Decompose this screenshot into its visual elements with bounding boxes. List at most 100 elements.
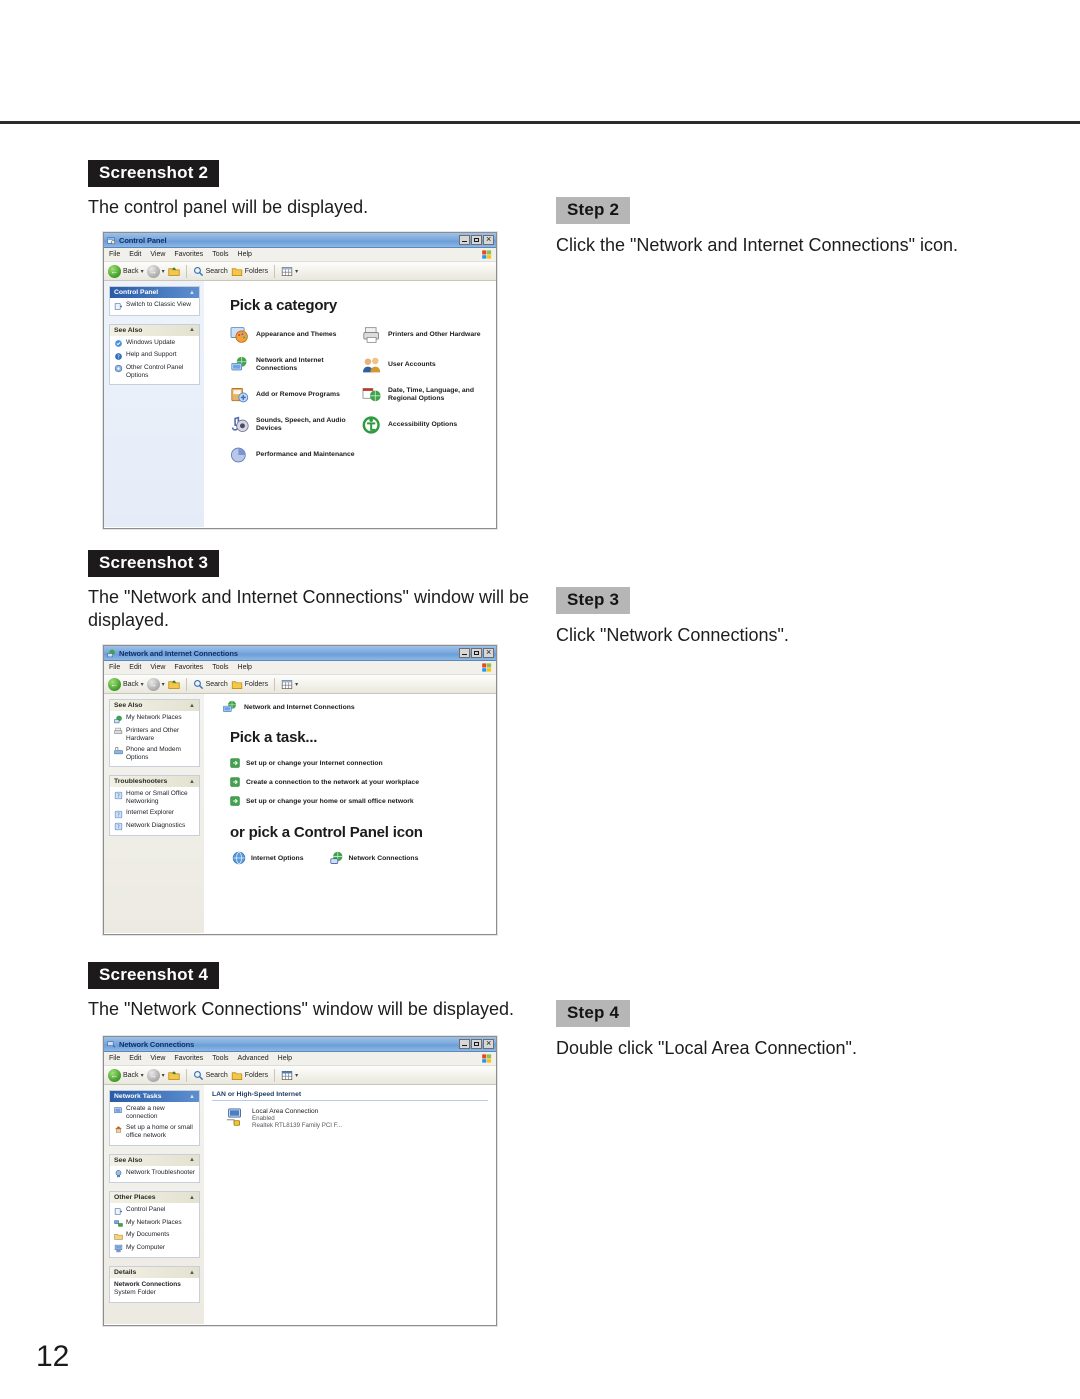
menu-favorites[interactable]: Favorites (174, 1055, 203, 1062)
menu-tools[interactable]: Tools (212, 1055, 228, 1062)
cp-icon-network-connections[interactable]: Network Connections (329, 851, 418, 865)
menu-view[interactable]: View (150, 1055, 165, 1062)
collapse-chevron-icon[interactable]: ▲ (189, 327, 195, 333)
sidebar-item-other-options[interactable]: Other Control Panel Options (114, 364, 195, 380)
window-buttons[interactable] (459, 647, 494, 658)
menu-help[interactable]: Help (238, 251, 252, 258)
maximize-button[interactable] (471, 648, 482, 658)
folders-button[interactable]: Folders (231, 1070, 268, 1081)
forward-caret-icon[interactable]: ▾ (162, 681, 165, 688)
views-caret-icon[interactable]: ▾ (295, 268, 298, 275)
close-button[interactable] (483, 647, 494, 658)
collapse-chevron-icon[interactable]: ▲ (189, 290, 195, 296)
menu-file[interactable]: File (109, 251, 120, 258)
back-caret-icon[interactable]: ▾ (141, 268, 144, 275)
sidebar-item-home-small-office[interactable]: ? Home or Small Office Networking (114, 790, 195, 806)
control-panel-window[interactable]: Control Panel File Edit View Favorites T… (103, 232, 497, 529)
window-buttons[interactable] (459, 234, 494, 245)
back-button[interactable]: ← Back ▾ (108, 677, 144, 691)
sidebar-item-switch-classic[interactable]: Switch to Classic View (114, 301, 195, 311)
category-network-internet[interactable]: Network and Internet Connections (230, 356, 356, 374)
back-button[interactable]: ← Back ▾ (108, 1068, 144, 1082)
forward-caret-icon[interactable]: ▾ (162, 268, 165, 275)
menu-tools[interactable]: Tools (212, 251, 228, 258)
menu-edit[interactable]: Edit (129, 1055, 141, 1062)
task-create-workplace-connection[interactable]: Create a connection to the network at yo… (230, 777, 488, 787)
views-caret-icon[interactable]: ▾ (295, 681, 298, 688)
collapse-chevron-icon[interactable]: ▲ (189, 703, 195, 709)
category-performance-maintenance[interactable]: Performance and Maintenance (230, 446, 356, 464)
menu-edit[interactable]: Edit (129, 251, 141, 258)
forward-button[interactable]: → ▾ (146, 264, 165, 278)
collapse-chevron-icon[interactable]: ▲ (189, 1270, 195, 1276)
collapse-chevron-icon[interactable]: ▲ (189, 1094, 195, 1100)
panel-header[interactable]: Control Panel ▲ (110, 287, 199, 298)
window-buttons[interactable] (459, 1038, 494, 1049)
category-sounds-speech-audio[interactable]: Sounds, Speech, and Audio Devices (230, 416, 356, 434)
task-setup-internet-connection[interactable]: Set up or change your Internet connectio… (230, 758, 488, 768)
sidebar-item-internet-explorer[interactable]: ? Internet Explorer (114, 809, 195, 819)
collapse-chevron-icon[interactable]: ▲ (189, 1195, 195, 1201)
menu-favorites[interactable]: Favorites (174, 251, 203, 258)
sidebar-item-setup-home-office-network[interactable]: Set up a home or small office network (114, 1124, 195, 1140)
menu-favorites[interactable]: Favorites (174, 664, 203, 671)
sidebar-item-my-network-places[interactable]: My Network Places (114, 1219, 195, 1229)
minimize-button[interactable] (459, 235, 470, 245)
panel-header[interactable]: Network Tasks ▲ (110, 1091, 199, 1102)
forward-button[interactable]: → ▾ (146, 1068, 165, 1082)
window-titlebar[interactable]: Network Connections (104, 1037, 496, 1052)
sidebar-item-my-computer[interactable]: My Computer (114, 1244, 195, 1254)
task-setup-home-network[interactable]: Set up or change your home or small offi… (230, 796, 488, 806)
maximize-button[interactable] (471, 235, 482, 245)
sidebar-item-network-diagnostics[interactable]: ? Network Diagnostics (114, 822, 195, 832)
sidebar-item-control-panel[interactable]: Control Panel (114, 1206, 195, 1216)
folders-button[interactable]: Folders (231, 266, 268, 277)
list-item[interactable]: Local Area Connection Enabled Realtek RT… (224, 1108, 488, 1129)
maximize-button[interactable] (471, 1039, 482, 1049)
panel-header[interactable]: See Also ▲ (110, 700, 199, 711)
back-button[interactable]: ← Back ▾ (108, 264, 144, 278)
search-button[interactable]: Search (193, 266, 228, 277)
toolbar[interactable]: ← Back ▾ → ▾ Search Folders ▾ (104, 262, 496, 281)
cp-icon-internet-options[interactable]: Internet Options (232, 851, 304, 865)
search-button[interactable]: Search (193, 679, 228, 690)
views-button[interactable]: ▾ (281, 679, 298, 690)
panel-header[interactable]: See Also ▲ (110, 1154, 199, 1166)
sidebar-item-network-troubleshooter[interactable]: Network Troubleshooter (114, 1169, 195, 1179)
sidebar-item-phone-modem-options[interactable]: Phone and Modem Options (114, 746, 195, 762)
network-internet-window[interactable]: Network and Internet Connections File Ed… (103, 645, 497, 935)
panel-header[interactable]: Troubleshooters ▲ (110, 776, 199, 787)
up-button[interactable] (167, 1069, 180, 1081)
category-user-accounts[interactable]: User Accounts (362, 356, 488, 374)
menu-bar[interactable]: File Edit View Favorites Tools Advanced … (104, 1052, 496, 1066)
close-button[interactable] (483, 234, 494, 245)
toolbar[interactable]: ← Back ▾ → ▾ Search Folders ▾ (104, 1066, 496, 1085)
menu-file[interactable]: File (109, 664, 120, 671)
menu-view[interactable]: View (150, 251, 165, 258)
category-printers-hardware[interactable]: Printers and Other Hardware (362, 326, 488, 344)
collapse-chevron-icon[interactable]: ▲ (189, 779, 195, 785)
window-titlebar[interactable]: Network and Internet Connections (104, 646, 496, 661)
menu-tools[interactable]: Tools (212, 664, 228, 671)
forward-caret-icon[interactable]: ▾ (162, 1072, 165, 1079)
network-connections-window[interactable]: Network Connections File Edit View Favor… (103, 1036, 497, 1326)
panel-header[interactable]: See Also ▲ (110, 324, 199, 336)
sidebar-item-help-support[interactable]: ? Help and Support (114, 351, 195, 361)
up-button[interactable] (167, 678, 180, 690)
sidebar-item-windows-update[interactable]: Windows Update (114, 339, 195, 349)
category-appearance-themes[interactable]: Appearance and Themes (230, 326, 356, 344)
collapse-chevron-icon[interactable]: ▲ (189, 1157, 195, 1163)
views-caret-icon[interactable]: ▾ (295, 1072, 298, 1079)
up-button[interactable] (167, 265, 180, 277)
close-button[interactable] (483, 1038, 494, 1049)
menu-help[interactable]: Help (278, 1055, 292, 1062)
category-date-time-language[interactable]: Date, Time, Language, and Regional Optio… (362, 386, 488, 404)
back-caret-icon[interactable]: ▾ (141, 681, 144, 688)
menu-advanced[interactable]: Advanced (238, 1055, 269, 1062)
menu-view[interactable]: View (150, 664, 165, 671)
toolbar[interactable]: ← Back ▾ → ▾ Search Folders ▾ (104, 675, 496, 694)
window-titlebar[interactable]: Control Panel (104, 233, 496, 248)
sidebar-item-printers-other-hardware[interactable]: Printers and Other Hardware (114, 727, 195, 743)
menu-edit[interactable]: Edit (129, 664, 141, 671)
category-add-remove-programs[interactable]: Add or Remove Programs (230, 386, 356, 404)
